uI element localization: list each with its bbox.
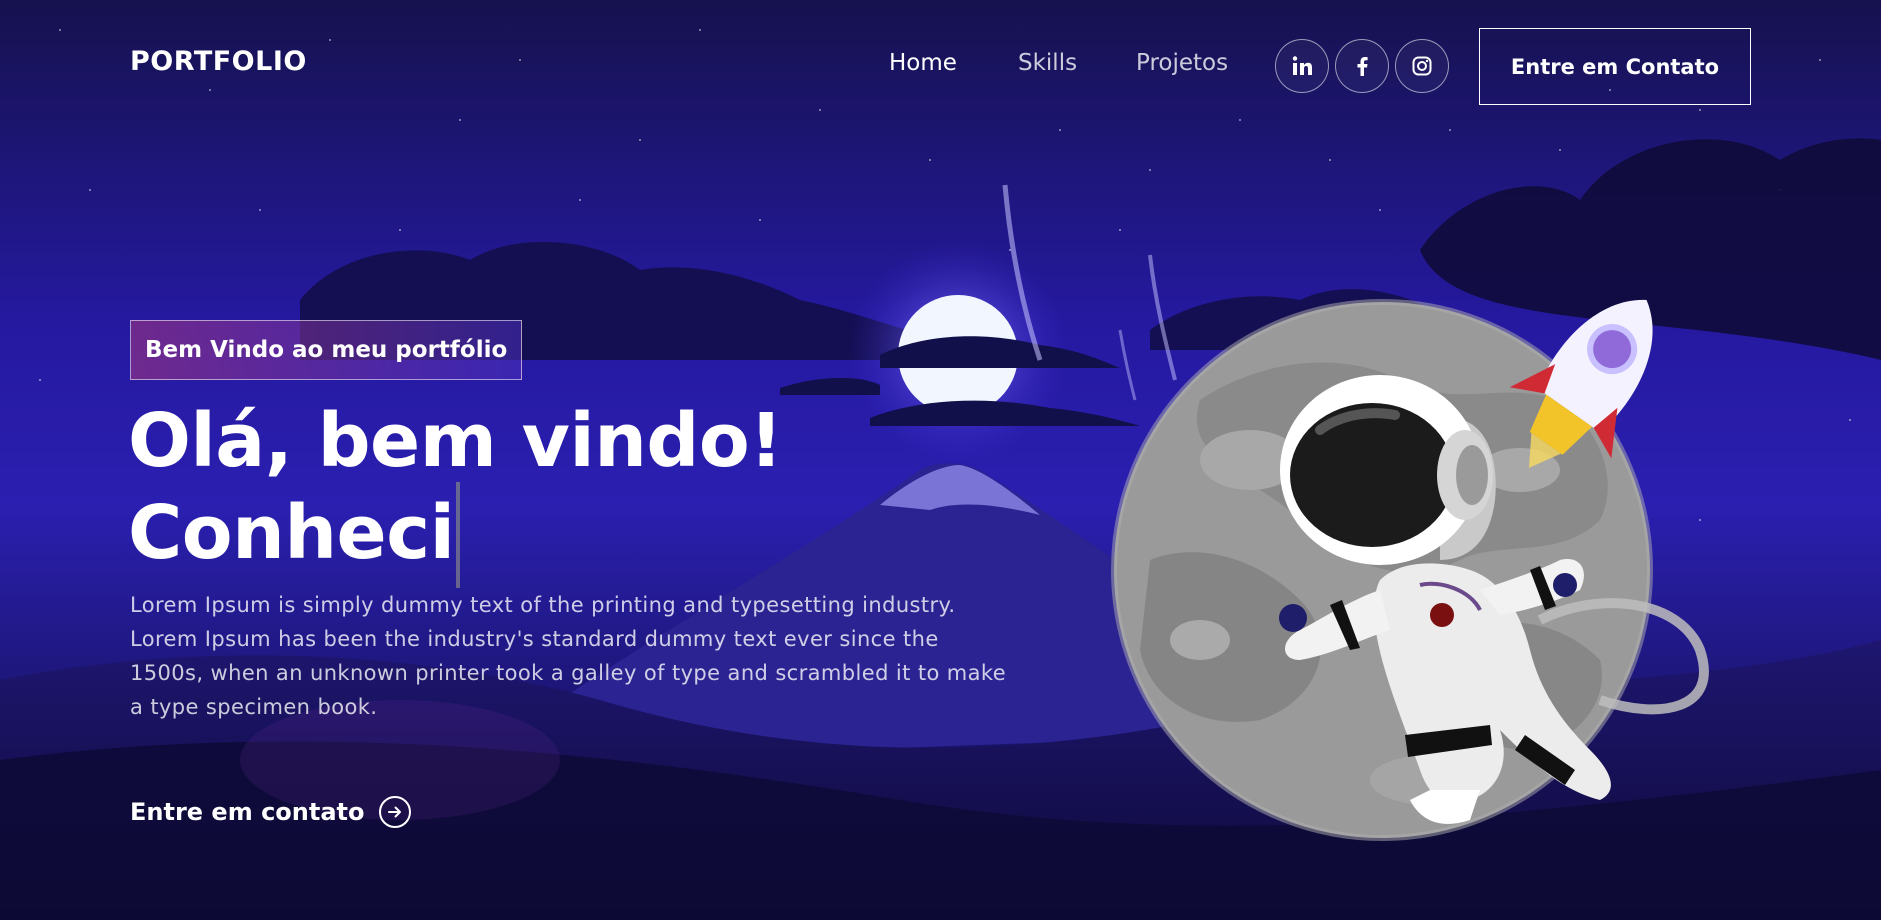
linkedin-icon xyxy=(1292,56,1312,75)
facebook-icon xyxy=(1357,57,1368,76)
headline-line-1: Olá, bem vindo! xyxy=(128,398,783,484)
hero-description: Lorem Ipsum is simply dummy text of the … xyxy=(130,593,1007,719)
typing-cursor xyxy=(456,482,461,588)
linkedin-button[interactable] xyxy=(1275,39,1329,93)
headline-line-2: Conheci xyxy=(128,482,1008,588)
arrow-right-circle-icon xyxy=(378,796,411,828)
navbar: PORTFOLIO Home Skills Projetos Entre em … xyxy=(0,0,1881,132)
cta-contact-link[interactable]: Entre em contato xyxy=(130,796,411,828)
hero-headline: Olá, bem vindo! Conheci xyxy=(128,400,1008,588)
instagram-button[interactable] xyxy=(1395,39,1449,93)
logo[interactable]: PORTFOLIO xyxy=(130,46,307,77)
contact-button[interactable]: Entre em Contato xyxy=(1479,28,1751,105)
typing-text: Conheci xyxy=(128,490,455,576)
instagram-icon xyxy=(1412,56,1432,76)
nav-link-projetos[interactable]: Projetos xyxy=(1136,50,1228,76)
cta-label: Entre em contato xyxy=(130,798,365,826)
welcome-tagline: Bem Vindo ao meu portfólio xyxy=(130,320,523,380)
facebook-button[interactable] xyxy=(1335,39,1389,93)
nav-link-skills[interactable]: Skills xyxy=(1018,50,1077,76)
nav-link-home[interactable]: Home xyxy=(889,50,957,76)
